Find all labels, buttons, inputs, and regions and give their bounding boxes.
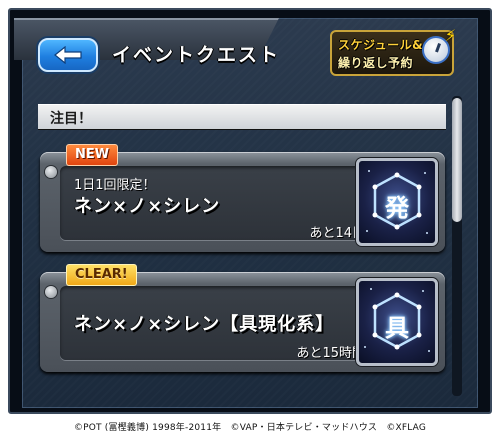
featured-section-header: 注目！ — [38, 104, 446, 129]
schedule-button-line1: スケジュール& — [338, 38, 424, 52]
back-button[interactable] — [38, 38, 98, 72]
page-title: イベントクエスト — [112, 44, 281, 66]
clear-badge: CLEAR! — [66, 264, 137, 286]
schedule-button-line2: 繰り返し予約 — [338, 56, 414, 70]
emblem-kanji: 具 — [385, 314, 409, 342]
new-badge: NEW — [66, 144, 119, 166]
quest-remaining-time: あと15時間 — [296, 346, 365, 361]
copyright-footer: ©POT (冨樫義博) 1998年-2011年 ©VAP・日本テレビ・マッドハウ… — [73, 423, 427, 433]
gu-emblem-icon: 具 — [356, 278, 438, 366]
scrollbar-thumb[interactable] — [452, 98, 462, 222]
rivet-icon — [45, 286, 57, 298]
quest-name: ネン×ノ×シレン — [74, 196, 221, 217]
schedule-repeat-reservation-button[interactable]: スケジュール& 繰り返し予約 ⚡ — [330, 26, 456, 76]
quest-subtitle: 1日1回限定！ — [74, 178, 156, 193]
emblem-kanji: 発 — [385, 194, 409, 222]
rivet-icon — [45, 166, 57, 178]
lightning-icon: ⚡ — [444, 26, 456, 45]
quest-card-nen-shiren[interactable]: NEW 1日1回限定！ ネン×ノ×シレン あと14日 発 — [40, 144, 445, 252]
section-title: 注目！ — [50, 111, 92, 127]
back-arrow-icon — [54, 46, 82, 64]
quest-card-nen-shiren-gugenka[interactable]: CLEAR! ネン×ノ×シレン【具現化系】 あと15時間 具 — [40, 264, 445, 372]
hatsu-emblem-icon: 発 — [356, 158, 438, 246]
quest-name: ネン×ノ×シレン【具現化系】 — [74, 314, 335, 335]
